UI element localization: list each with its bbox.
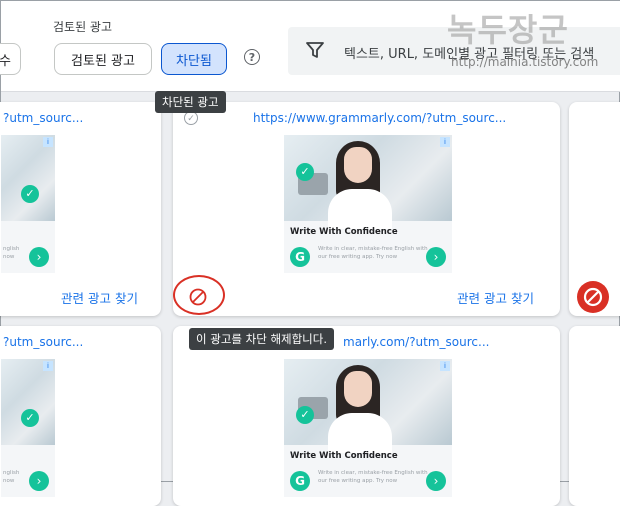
- ad-headline: Write With Confidence: [290, 227, 398, 237]
- ad-photo: [1, 135, 55, 221]
- chevron-right-icon: ›: [29, 471, 49, 491]
- unblock-tooltip: 이 광고를 차단 해제합니다.: [189, 328, 335, 350]
- ad-creative: i ✓ nglish now ›: [1, 359, 55, 497]
- ad-description: nglish now: [3, 470, 20, 484]
- blocked-status-button[interactable]: [577, 281, 609, 313]
- ad-description: Write in clear, mistake-free English wit…: [318, 246, 428, 260]
- ad-description: Write in clear, mistake-free English wit…: [318, 470, 428, 484]
- ad-creative: i ✓ nglish now ›: [1, 135, 55, 273]
- person-face: [344, 371, 372, 407]
- watermark-title: 녹두장군: [447, 11, 569, 49]
- adchoices-icon: i: [43, 361, 53, 371]
- ad-creative: i ✓ Write With Confidence G Write in cle…: [284, 135, 452, 273]
- chevron-right-icon: ›: [426, 471, 446, 491]
- person-face: [344, 147, 372, 183]
- blocked-ad-tooltip: 차단된 광고: [155, 91, 226, 113]
- ad-destination-url[interactable]: ?utm_sourc...: [3, 111, 83, 125]
- ad-headline: Write With Confidence: [290, 451, 398, 461]
- ad-card: marly.com/?utm_sourc... i ✓ Write With C…: [173, 326, 560, 506]
- checkmark-icon: ✓: [296, 163, 314, 181]
- ad-photo: [284, 359, 452, 453]
- review-section-label: 검토된 광고: [53, 20, 113, 34]
- block-icon: [583, 287, 603, 307]
- adchoices-icon: i: [440, 361, 450, 371]
- ad-description: nglish now: [3, 246, 20, 260]
- ad-card: ?utm_sourc... i ✓ nglish now › 관련 광고 찾기: [0, 102, 161, 316]
- filter-toolbar: 검토된 광고 수 검토된 광고 차단됨 ? 텍스트, URL, 도메인별 광고 …: [0, 1, 620, 92]
- grammarly-g-icon: G: [290, 471, 310, 491]
- grammarly-g-icon: G: [290, 247, 310, 267]
- ad-card: ✓ https://www.grammarly.com/?utm_sourc..…: [173, 102, 560, 316]
- reviewed-ads-button[interactable]: 검토된 광고: [54, 43, 152, 75]
- partial-filter-button[interactable]: 수: [0, 43, 21, 75]
- person-body: [328, 189, 392, 229]
- filter-icon[interactable]: [306, 42, 324, 58]
- help-icon[interactable]: ?: [244, 49, 260, 65]
- ad-destination-url[interactable]: marly.com/?utm_sourc...: [343, 335, 489, 349]
- ad-photo: [1, 359, 55, 445]
- chevron-right-icon: ›: [426, 247, 446, 267]
- watermark-url: http://mainia.tistory.com: [451, 55, 599, 69]
- ad-creative: i ✓ Write With Confidence G Write in cle…: [284, 359, 452, 497]
- highlight-ellipse: [173, 275, 225, 315]
- ad-card: ?utm_sourc... i ✓ nglish now ›: [0, 326, 161, 506]
- checkmark-icon: ✓: [21, 409, 39, 427]
- person-body: [328, 413, 392, 453]
- related-ads-link[interactable]: 관련 광고 찾기: [61, 288, 138, 307]
- ad-destination-url[interactable]: https://www.grammarly.com/?utm_sourc...: [253, 111, 506, 125]
- ad-card: [569, 326, 620, 506]
- blocked-ads-button[interactable]: 차단됨: [161, 43, 227, 75]
- adchoices-icon: i: [43, 137, 53, 147]
- adchoices-icon: i: [440, 137, 450, 147]
- select-check-icon[interactable]: ✓: [184, 111, 198, 125]
- chevron-right-icon: ›: [29, 247, 49, 267]
- checkmark-icon: ✓: [21, 185, 39, 203]
- watermark: 녹두장군 http://mainia.tistory.com: [437, 5, 620, 77]
- related-ads-link[interactable]: 관련 광고 찾기: [457, 288, 534, 307]
- ad-destination-url[interactable]: ?utm_sourc...: [3, 335, 83, 349]
- checkmark-icon: ✓: [296, 406, 314, 424]
